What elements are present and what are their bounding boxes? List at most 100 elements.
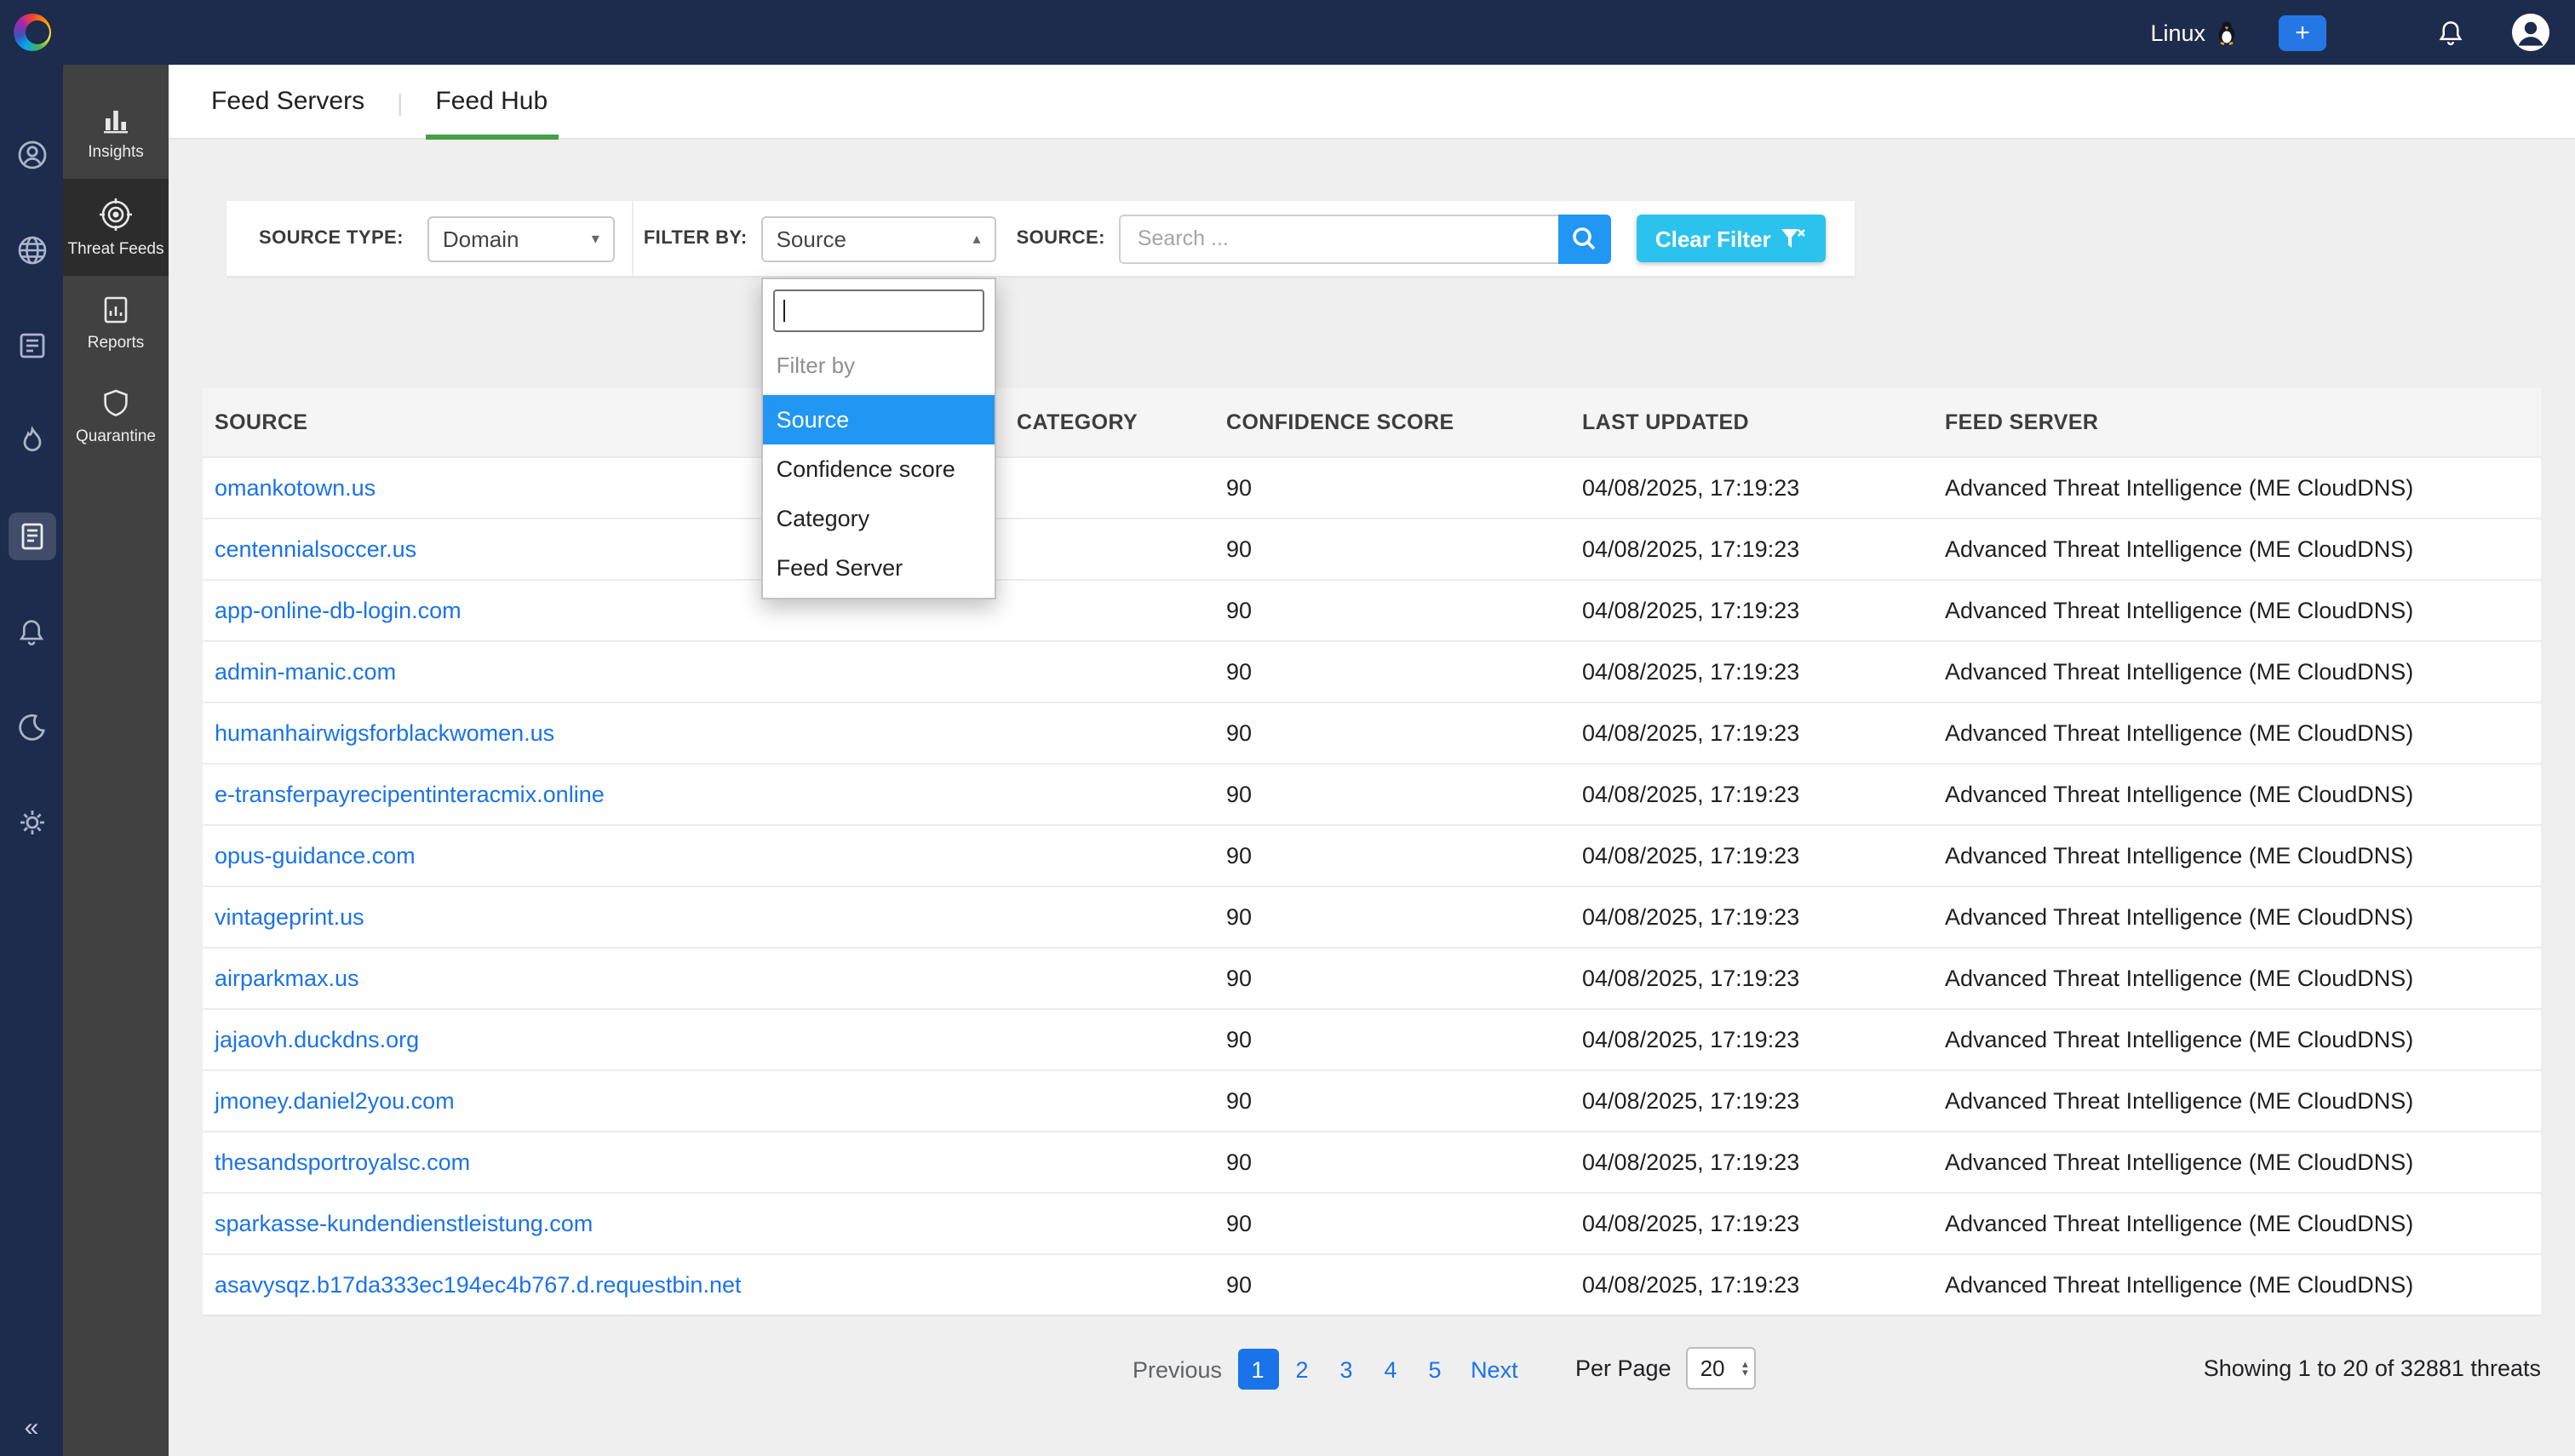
cell-source[interactable]: asavysqz.b17da333ec194ec4b767.d.requestb… [203,1272,1005,1298]
cell-source[interactable]: app-online-db-login.com [203,598,1005,623]
per-page-value: 20 [1700,1356,1725,1381]
filter-by-dropdown: Filter by SourceConfidence scoreCategory… [761,277,996,599]
table-row: opus-guidance.com9004/08/2025, 17:19:23A… [203,824,2541,886]
cell-source[interactable]: opus-guidance.com [203,843,1005,868]
tab-feed-servers[interactable]: Feed Servers [208,64,368,139]
account-icon[interactable] [8,131,55,179]
cell-last-updated: 04/08/2025, 17:19:23 [1570,1088,1933,1114]
cell-feed-server: Advanced Threat Intelligence (ME CloudDN… [1933,475,2541,501]
settings-gear-icon[interactable] [8,799,55,846]
cell-feed-server: Advanced Threat Intelligence (ME CloudDN… [1933,1027,2541,1052]
user-avatar[interactable] [2510,12,2551,53]
filter-bar: SOURCE TYPE: Domain ▾ FILTER BY: Source … [227,201,1855,276]
text-cursor [783,299,786,321]
per-page-group: Per Page 20 ▴▾ [1575,1347,1757,1390]
logs-icon[interactable] [8,322,55,370]
cell-confidence-score: 90 [1214,1149,1570,1175]
chevron-up-icon: ▴ [973,229,981,248]
filter-option[interactable]: Source [763,394,995,444]
app: Linux + [0,0,2575,1456]
source-type-select[interactable]: Domain ▾ [427,215,615,261]
cell-source[interactable]: jmoney.daniel2you.com [203,1088,1005,1114]
filter-by-select[interactable]: Source ▴ Filter by SourceConfidence scor… [761,215,996,261]
table-row: omankotown.us9004/08/2025, 17:19:23Advan… [203,456,2541,518]
cell-source[interactable]: e-transferpayrecipentinteracmix.online [203,782,1005,807]
globe-dns-icon[interactable] [8,226,55,274]
sidebar-item-label: Quarantine [76,427,156,446]
cell-last-updated: 04/08/2025, 17:19:23 [1570,904,1933,930]
dropdown-input-wrap [763,278,995,341]
cell-feed-server: Advanced Threat Intelligence (ME CloudDN… [1933,1149,2541,1175]
page-button[interactable]: 2 [1282,1349,1322,1390]
alerts-bell-icon[interactable] [8,608,55,656]
sidebar: Insights Threat Feeds Reports [63,65,169,1456]
tab-feed-hub[interactable]: Feed Hub [432,64,551,139]
table-row: admin-manic.com9004/08/2025, 17:19:23Adv… [203,640,2541,702]
clear-filter-button[interactable]: Clear Filter [1637,215,1826,262]
sidebar-item-threat-feeds[interactable]: Threat Feeds [63,179,169,276]
cell-last-updated: 04/08/2025, 17:19:23 [1570,720,1933,746]
cell-source[interactable]: thesandsportroyalsc.com [203,1149,1005,1175]
previous-button[interactable]: Previous [1133,1356,1222,1382]
dropdown-hint: Filter by [763,341,995,394]
per-page-select[interactable]: 20 ▴▾ [1687,1347,1757,1390]
app-logo-icon[interactable] [14,14,51,51]
sidebar-item-reports[interactable]: Reports [63,276,169,370]
flame-icon[interactable] [8,417,55,465]
search-input[interactable] [1119,214,1558,263]
cell-feed-server: Advanced Threat Intelligence (ME CloudDN… [1933,1088,2541,1114]
dropdown-search-input[interactable] [773,289,984,331]
sidebar-item-quarantine[interactable]: Quarantine [63,370,169,463]
moon-icon[interactable] [8,703,55,751]
cell-confidence-score: 90 [1214,659,1570,685]
table-row: humanhairwigsforblackwomen.us 9004/08/202… [203,702,2541,763]
sidebar-item-insights[interactable]: Insights [63,85,169,179]
search-button[interactable] [1558,214,1611,263]
cell-source[interactable]: sparkasse-kundendienstleistung.com [203,1211,1005,1236]
cell-source[interactable]: jajaovh.duckdns.org [203,1027,1005,1052]
filter-option[interactable]: Feed Server [763,542,995,592]
tab-label: Feed Hub [435,87,548,116]
shield-icon [99,387,133,421]
table-row: asavysqz.b17da333ec194ec4b767.d.requestb… [203,1253,2541,1315]
cell-source[interactable]: humanhairwigsforblackwomen.us [203,720,1005,746]
source-type-value: Domain [443,226,519,251]
cell-feed-server: Advanced Threat Intelligence (ME CloudDN… [1933,966,2541,991]
source-label: SOURCE: [1017,228,1105,249]
table-row: jajaovh.duckdns.org9004/08/2025, 17:19:2… [203,1008,2541,1069]
page-button[interactable]: 5 [1414,1349,1455,1390]
cell-confidence-score: 90 [1214,1027,1570,1052]
cell-confidence-score: 90 [1214,1272,1570,1298]
cell-source[interactable]: admin-manic.com [203,659,1005,685]
tab-bar: Feed Servers | Feed Hub [169,65,2575,140]
topbar: Linux + [0,0,2575,65]
page-button[interactable]: 3 [1326,1349,1367,1390]
filter-option[interactable]: Confidence score [763,444,995,493]
cell-last-updated: 04/08/2025, 17:19:23 [1570,475,1933,501]
add-button[interactable]: + [2279,14,2326,50]
next-button[interactable]: Next [1471,1356,1518,1382]
notifications-bell-icon[interactable] [2435,16,2466,49]
column-header-feed-server[interactable]: FEED SERVER [1933,410,2541,434]
table-row: sparkasse-kundendienstleistung.com9004/0… [203,1192,2541,1253]
filter-option[interactable]: Category [763,493,995,542]
column-header-confidence[interactable]: CONFIDENCE SCORE [1214,410,1570,434]
page-button[interactable]: 4 [1370,1349,1411,1390]
threat-feeds-server-icon[interactable] [8,513,55,560]
cell-confidence-score: 90 [1214,1088,1570,1114]
per-page-label: Per Page [1575,1356,1672,1381]
cell-last-updated: 04/08/2025, 17:19:23 [1570,536,1933,562]
collapse-sidebar-button[interactable]: « [0,1413,63,1442]
cell-feed-server: Advanced Threat Intelligence (ME CloudDN… [1933,659,2541,685]
main-content: Feed Servers | Feed Hub SOURCE TYPE: Dom… [169,65,2575,1456]
table-row: centennialsoccer.us9004/08/2025, 17:19:2… [203,518,2541,579]
cell-confidence-score: 90 [1214,720,1570,746]
cell-last-updated: 04/08/2025, 17:19:23 [1570,966,1933,991]
cell-source[interactable]: vintageprint.us [203,904,1005,930]
page-button[interactable]: 1 [1237,1349,1278,1390]
column-header-category[interactable]: CATEGORY [1005,410,1214,434]
column-header-updated[interactable]: LAST UPDATED [1570,410,1933,434]
sidebar-item-label: Threat Feeds [68,240,164,259]
search-icon [1571,225,1598,252]
cell-source[interactable]: airparkmax.us [203,966,1005,991]
